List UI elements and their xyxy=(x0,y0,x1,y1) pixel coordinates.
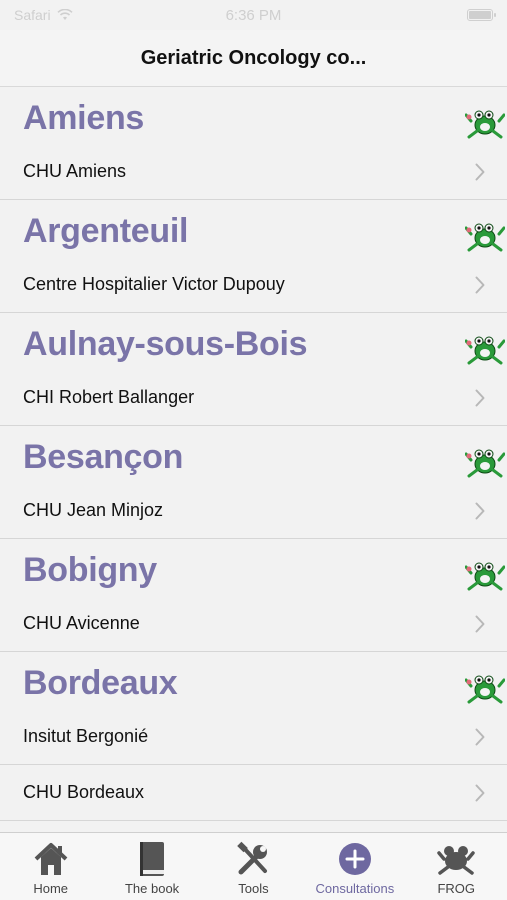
home-icon xyxy=(34,843,68,875)
hospital-label: CHU Bordeaux xyxy=(23,782,145,802)
tab-bar: Home The book Tools Consultations FROG xyxy=(0,832,507,900)
section-header: Aulnay-sous-Bois xyxy=(0,313,507,370)
city-heading: Amiens xyxy=(23,99,145,137)
hospital-label: Insitut Bergonié xyxy=(23,726,149,746)
chevron-right-icon xyxy=(475,728,485,745)
tab-label: Home xyxy=(33,881,69,896)
tab-frog[interactable]: FROG xyxy=(406,833,507,900)
battery-icon xyxy=(467,9,496,21)
hospital-label: CHU Amiens xyxy=(23,161,127,181)
city-heading: Bobigny xyxy=(23,551,157,589)
city-heading: Bordeaux xyxy=(23,664,178,702)
hospital-label: Centre Hospitalier Victor Dupouy xyxy=(23,274,285,294)
tab-label: FROG xyxy=(437,881,476,896)
frog-icon xyxy=(465,336,505,365)
plus-circle-icon xyxy=(338,843,371,875)
city-heading: Aulnay-sous-Bois xyxy=(23,325,308,363)
frog-icon xyxy=(465,223,505,252)
page-title: Geriatric Oncology co... xyxy=(140,46,367,69)
list-item[interactable]: CHU Amiens xyxy=(0,144,507,200)
city-heading: Besançon xyxy=(23,438,184,476)
tab-label: Consultations xyxy=(315,881,395,896)
chevron-right-icon xyxy=(475,163,485,180)
hospital-label: CHI Robert Ballanger xyxy=(23,387,195,407)
chevron-right-icon xyxy=(475,615,485,632)
frog-icon xyxy=(465,110,505,139)
frog-icon xyxy=(465,562,505,591)
tab-consultations[interactable]: Consultations xyxy=(304,833,405,900)
tools-icon xyxy=(237,841,268,875)
tab-home[interactable]: Home xyxy=(0,833,101,900)
status-time: 6:36 PM xyxy=(225,7,282,24)
section-header: Amiens xyxy=(0,87,507,144)
hospital-label: CHU Jean Minjoz xyxy=(23,500,164,520)
section-header: Argenteuil xyxy=(0,200,507,257)
tab-tools[interactable]: Tools xyxy=(203,833,304,900)
list-item[interactable]: CHI Robert Ballanger xyxy=(0,370,507,426)
consultation-list[interactable]: Amiens CHU Amiens Argenteuil Centre Hospi… xyxy=(0,87,507,832)
tab-label: The book xyxy=(124,881,180,896)
frog-icon xyxy=(465,675,505,704)
section-header: Bobigny xyxy=(0,539,507,596)
tab-label: Tools xyxy=(238,881,269,896)
navigation-bar: Geriatric Oncology co... xyxy=(0,30,507,87)
section-header: Besançon xyxy=(0,426,507,483)
list-item[interactable]: CHU Jean Minjoz xyxy=(0,483,507,539)
list-item[interactable]: Centre Hospitalier Victor Dupouy xyxy=(0,257,507,313)
list-item[interactable]: CHU Bordeaux xyxy=(0,765,507,821)
list-item[interactable]: Insitut Bergonié xyxy=(0,709,507,765)
chevron-right-icon xyxy=(475,389,485,406)
hospital-label: CHU Avicenne xyxy=(23,613,140,633)
list-item[interactable]: CHU Avicenne xyxy=(0,596,507,652)
chevron-right-icon xyxy=(475,276,485,293)
city-heading: Argenteuil xyxy=(23,212,189,250)
status-bar: Safari 6:36 PM xyxy=(0,0,507,30)
chevron-right-icon xyxy=(475,502,485,519)
section-header: Bordeaux xyxy=(0,652,507,709)
tab-the-book[interactable]: The book xyxy=(102,833,203,900)
frog-icon xyxy=(465,449,505,478)
chevron-right-icon xyxy=(475,784,485,801)
frog-icon xyxy=(437,846,475,875)
book-icon xyxy=(140,842,165,876)
